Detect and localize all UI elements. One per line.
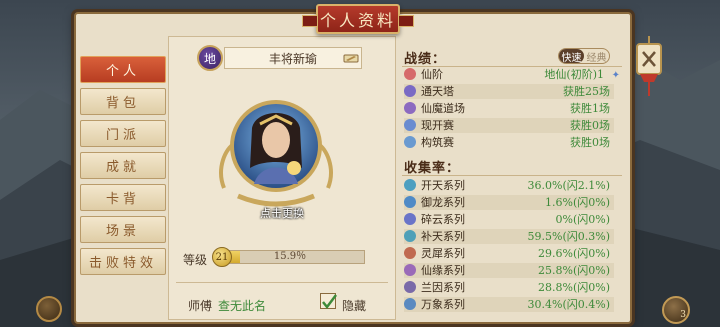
level-progress-bar: 15.9％ [215,250,365,264]
toggle-classic[interactable]: 经典 [584,49,609,64]
collection-value: 1.6%(闪0%) [545,196,610,209]
record-value: 获胜0场 [570,136,610,149]
record-value: 获胜25场 [563,85,610,98]
match-icon [404,119,416,131]
notification-button[interactable]: 3 [662,296,690,324]
master-label: 师傅 [188,299,213,313]
series-icon [404,179,416,191]
record-row: 仙阶 地仙(初阶)1 ✦ [404,67,620,82]
series-icon [404,264,416,276]
realm-icon [404,68,416,80]
collection-label: 碎云系列 [421,213,465,226]
series-icon [404,298,416,310]
record-label: 构筑赛 [421,136,454,149]
series-icon [404,247,416,259]
record-row: 现开赛 获胜0场 [404,118,614,133]
collection-label: 补天系列 [421,230,465,243]
collection-divider [402,175,622,176]
realm-badge: 地 [197,45,223,71]
record-label: 通天塔 [421,85,454,98]
star-icon: ✦ [611,70,620,81]
record-row: 构筑赛 获胜0场 [404,135,614,150]
collection-label: 开天系列 [421,179,465,192]
collection-value: 36.0%(闪2.1%) [527,179,610,192]
record-label: 仙魔道场 [421,102,465,115]
collection-label: 万象系列 [421,298,465,311]
sidebar-item-personal[interactable]: 个人 [80,56,166,83]
record-label: 仙阶 [421,68,443,81]
collection-title: 收集率： [404,161,461,176]
hide-checkbox[interactable] [320,293,337,310]
record-value: 地仙(初阶)1 [544,68,604,81]
collection-row: 碎云系列 0%(闪0%) [404,212,614,227]
collection-label: 兰因系列 [421,281,465,294]
edit-name-icon[interactable] [343,50,359,66]
check-icon [322,294,337,310]
collection-value: 28.8%(闪0%) [538,281,610,294]
arena-icon [404,102,416,114]
collection-row: 仙缘系列 25.8%(闪0%) [404,263,614,278]
tower-icon [404,85,416,97]
series-icon [404,281,416,293]
collection-value: 30.4%(闪0.4%) [527,298,610,311]
record-label: 现开赛 [421,119,454,132]
sidebar-item-scene[interactable]: 场景 [80,216,166,243]
record-title: 战绩： [404,52,447,67]
series-icon [404,196,416,208]
level-number: 21 [212,247,232,267]
notification-count: 3 [680,310,686,320]
record-row: 通天塔 获胜25场 [404,84,614,99]
sidebar: 个人 背包 门派 成就 卡背 场景 击败特效 [80,56,166,280]
collection-value: 25.8%(闪0%) [538,264,610,277]
series-icon [404,213,416,225]
series-icon [404,230,416,242]
mode-toggle[interactable]: 快速 经典 [558,48,610,64]
change-avatar-label[interactable]: 点击更换 [252,205,312,221]
toggle-fast[interactable]: 快速 [559,49,584,64]
collection-row: 灵犀系列 29.6%(闪0%) [404,246,614,261]
sidebar-item-card-back[interactable]: 卡背 [80,184,166,211]
master-value: 查无此名 [218,299,267,313]
level-label: 等级 [183,253,208,267]
collection-label: 灵犀系列 [421,247,465,260]
hide-label: 隐藏 [342,299,367,313]
collection-value: 59.5%(闪0.3%) [527,230,610,243]
collection-row: 兰因系列 28.8%(闪0%) [404,280,614,295]
collection-value: 0%(闪0%) [555,213,610,226]
sidebar-item-bag[interactable]: 背包 [80,88,166,115]
record-row: 仙魔道场 获胜1场 [404,101,614,116]
collection-row: 开天系列 36.0%(闪2.1%) [404,178,614,193]
avatar[interactable] [216,88,336,218]
close-button[interactable] [636,36,662,98]
sidebar-item-sect[interactable]: 门派 [80,120,166,147]
collection-label: 仙缘系列 [421,264,465,277]
collection-value: 29.6%(闪0%) [538,247,610,260]
sidebar-item-achievement[interactable]: 成就 [80,152,166,179]
window-title: 个人资料 [302,4,414,34]
record-value: 获胜0场 [570,119,610,132]
collection-row: 御龙系列 1.6%(闪0%) [404,195,614,210]
level-progress-text: 15.9％ [273,251,307,262]
collection-label: 御龙系列 [421,196,465,209]
player-name: 丰将新瑜 [224,47,362,69]
divider [176,282,388,283]
sidebar-item-defeat-effect[interactable]: 击败特效 [80,248,166,275]
build-icon [404,136,416,148]
record-value: 获胜1场 [570,102,610,115]
chat-button[interactable] [36,296,62,322]
collection-row: 万象系列 30.4%(闪0.4%) [404,297,614,312]
collection-row: 补天系列 59.5%(闪0.3%) [404,229,614,244]
